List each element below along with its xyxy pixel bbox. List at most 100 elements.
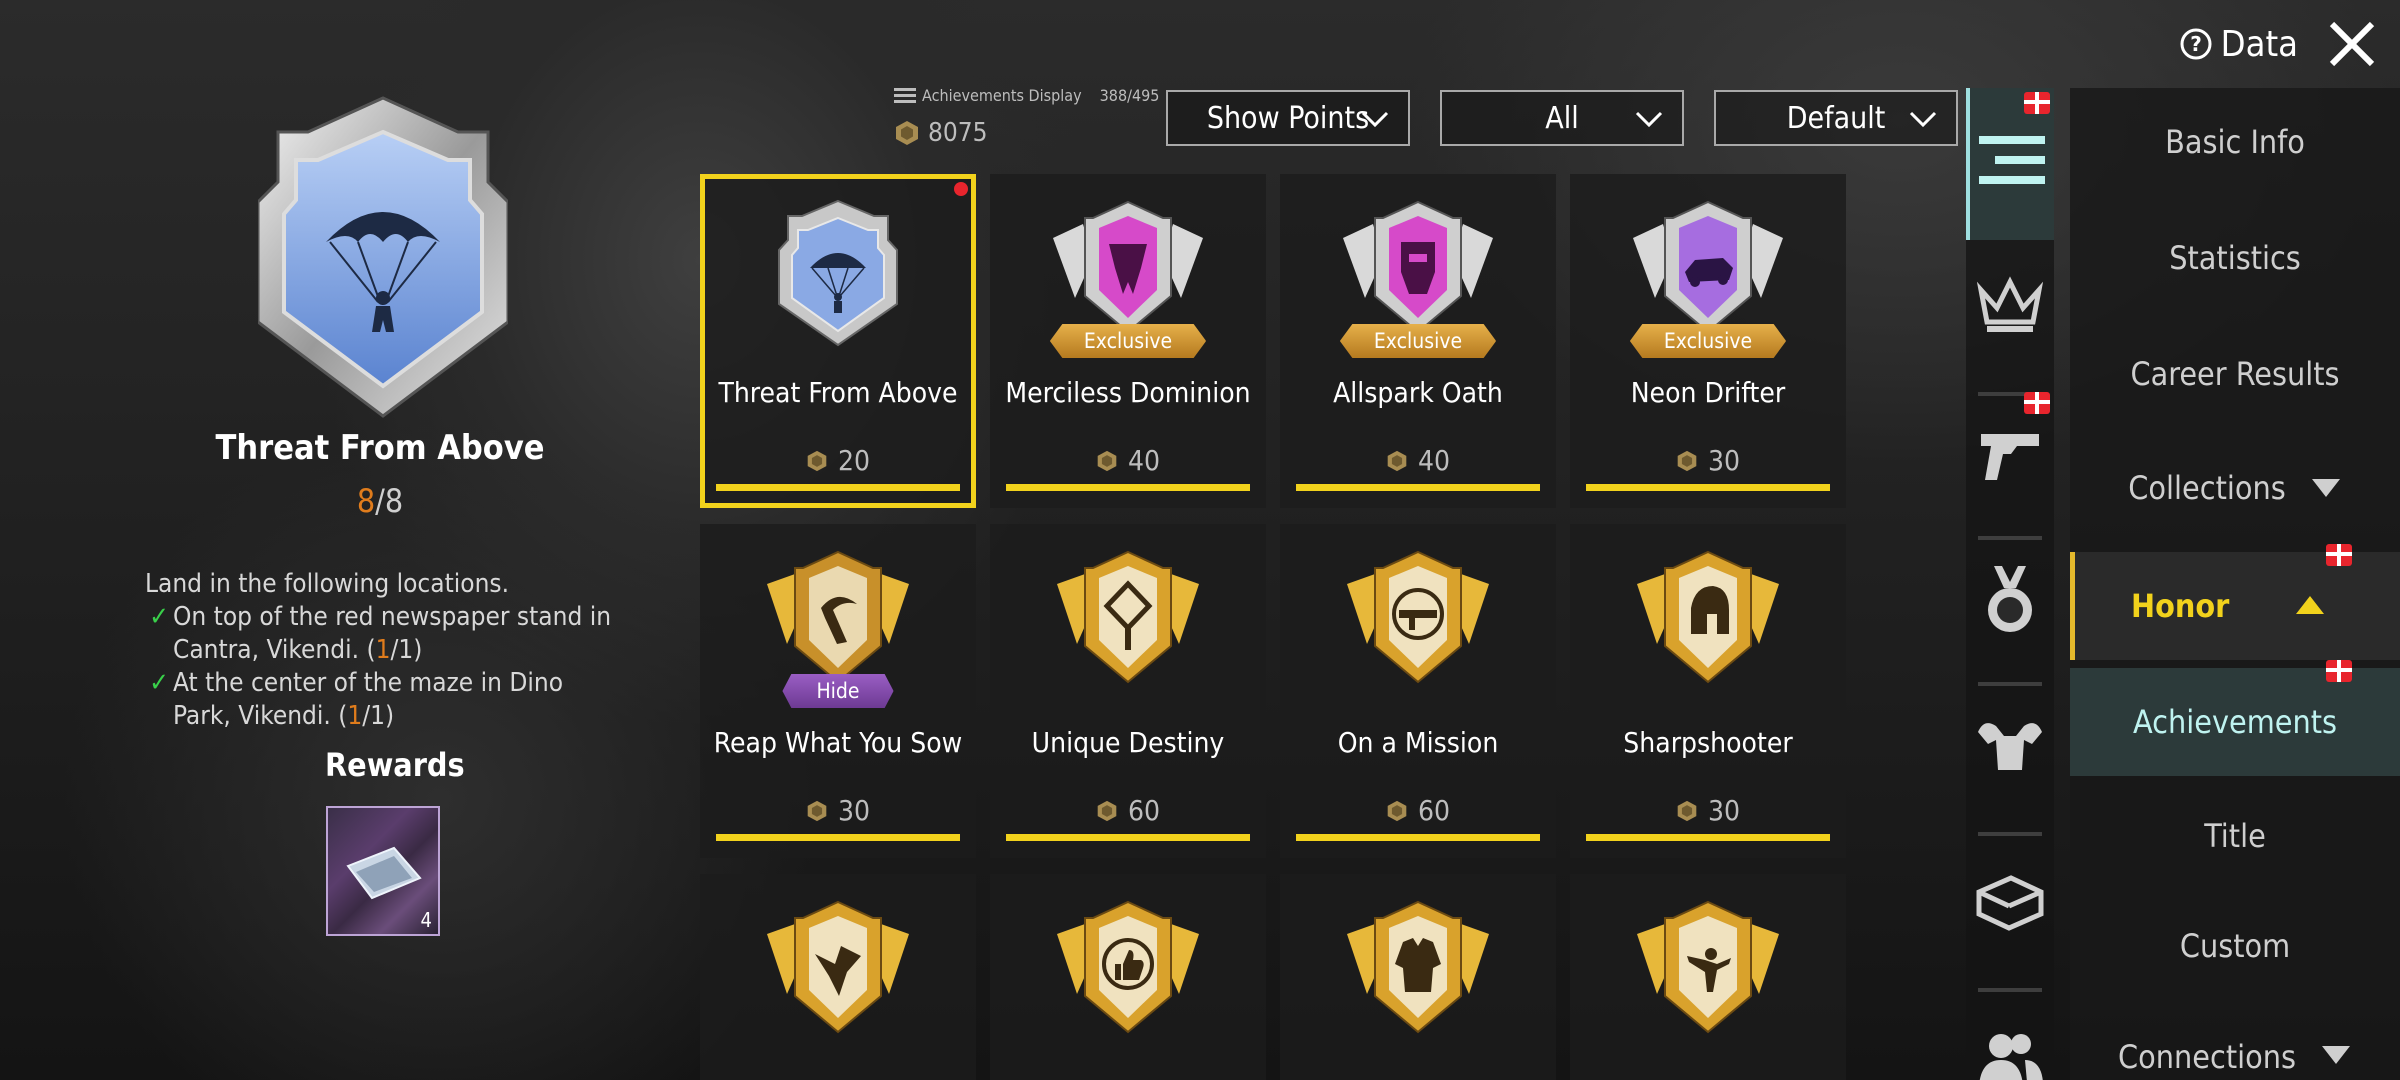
dropdown-label: All [1545, 100, 1579, 136]
chevron-down-icon [1635, 111, 1663, 128]
menu-item-custom[interactable]: Custom [2070, 892, 2400, 1000]
requirement-row: ✓ At the center of the maze in Dino Park,… [145, 667, 615, 733]
filter-dropdown[interactable]: All [1440, 90, 1684, 146]
svg-text:?: ? [2190, 32, 2202, 56]
total-points: 8075 [894, 118, 988, 148]
helmet-badge-icon [1637, 550, 1779, 684]
achievements-display-info: Achievements Display 388/495 [894, 86, 1159, 105]
autobot-badge-icon [1343, 200, 1493, 334]
new-dot-icon [954, 182, 968, 196]
medal-icon [1988, 566, 2032, 632]
achievement-card[interactable] [1280, 874, 1556, 1080]
menu-item-connections[interactable]: Connections [2070, 1018, 2400, 1080]
requirement-text: On top of the red newspaper stand in Can… [173, 602, 612, 665]
reward-item[interactable]: 4 [326, 806, 440, 936]
achievement-name: Reap What You Sow [713, 726, 963, 759]
sort-dropdown[interactable]: Default [1714, 90, 1958, 146]
sickle-badge-icon [767, 550, 909, 684]
progress-bar [1586, 834, 1830, 841]
achievement-name: Allspark Oath [1333, 376, 1503, 409]
achievement-card[interactable]: On a Mission 60 [1280, 524, 1556, 858]
achievement-card[interactable]: Unique Destiny 60 [990, 524, 1266, 858]
category-crown[interactable] [1966, 274, 2054, 396]
pistol-icon [1981, 434, 2039, 480]
achievement-card[interactable]: Exclusive Allspark Oath 40 [1280, 174, 1556, 508]
achievement-name: Unique Destiny [1031, 726, 1225, 759]
crown-icon [1977, 276, 2043, 332]
achievement-points: 60 [1280, 794, 1556, 827]
achievement-points: 20 [700, 444, 976, 477]
progress-bar [1586, 484, 1830, 491]
close-icon[interactable] [2326, 18, 2378, 70]
achievements-display-count: 388/495 [1099, 86, 1160, 105]
detail-progress: 8/8 [356, 482, 404, 520]
thumbs-up-badge-icon [1057, 900, 1199, 1034]
chevron-down-icon [1361, 111, 1389, 128]
checkmark-icon: ✓ [149, 668, 169, 698]
achievement-points: 30 [1570, 794, 1846, 827]
description-intro: Land in the following locations. [145, 569, 510, 599]
menu-item-title[interactable]: Title [2070, 782, 2400, 890]
point-coin-icon [1677, 450, 1697, 471]
exclusive-tag: Exclusive [1049, 324, 1207, 358]
data-button[interactable]: ? Data [2179, 24, 2298, 65]
achievement-card[interactable]: Sharpshooter 30 [1570, 524, 1846, 858]
point-coin-icon [1097, 800, 1117, 821]
jacket-badge-icon [1347, 900, 1489, 1034]
menu-item-collections[interactable]: Collections [2070, 434, 2400, 542]
checkmark-icon: ✓ [149, 602, 169, 632]
dropdown-label: Default [1786, 100, 1886, 136]
requirement-row: ✓ On top of the red newspaper stand in Ca… [145, 601, 615, 667]
reward-count: 4 [420, 908, 432, 932]
data-label: Data [2220, 23, 2298, 65]
crate-icon [1976, 875, 2044, 931]
gift-icon [2326, 660, 2352, 682]
menu-item-basic-info[interactable]: Basic Info [2070, 88, 2400, 196]
achievement-points: 60 [990, 794, 1266, 827]
category-icon-column [1966, 88, 2054, 1080]
muscle-icon [1978, 723, 2042, 770]
category-medals[interactable] [1966, 564, 2054, 686]
achievement-card[interactable] [1570, 874, 1846, 1080]
point-coin-icon [807, 450, 827, 471]
category-physique[interactable] [1966, 714, 2054, 836]
achievement-name: Neon Drifter [1630, 376, 1786, 409]
dropdown-label: Show Points [1206, 100, 1370, 136]
gift-icon [2326, 544, 2352, 566]
category-friends[interactable] [1966, 1030, 2054, 1080]
menu-item-career-results[interactable]: Career Results [2070, 320, 2400, 428]
profile-menu: Basic Info Statistics Career Results Col… [2070, 88, 2400, 1080]
achievement-card[interactable] [990, 874, 1266, 1080]
triangle-down-icon [2321, 1046, 2350, 1064]
achievement-card[interactable]: Threat From Above 20 [700, 174, 976, 508]
menu-item-achievements[interactable]: Achievements [2070, 660, 2400, 776]
point-coin-icon [1387, 450, 1407, 471]
achievement-name: Threat From Above [718, 376, 958, 409]
rewards-label: Rewards [325, 746, 465, 784]
achievement-card[interactable]: Exclusive Merciless Dominion 40 [990, 174, 1266, 508]
detail-description[interactable]: Land in the following locations. ✓ On top… [145, 568, 615, 734]
achievement-card[interactable] [700, 874, 976, 1080]
achievement-name: Merciless Dominion [1005, 376, 1251, 409]
gift-icon [2024, 392, 2050, 414]
category-list[interactable] [1966, 88, 2054, 240]
achievement-card[interactable]: Hide Reap What You Sow 30 [700, 524, 976, 858]
triangle-up-icon [2296, 596, 2324, 614]
menu-item-honor[interactable]: Honor [2070, 544, 2400, 660]
category-weapons[interactable] [1966, 392, 2054, 540]
achievement-points: 30 [1570, 444, 1846, 477]
requirement-text: At the center of the maze in Dino Park, … [173, 668, 564, 731]
achievement-name: On a Mission [1337, 726, 1499, 759]
achievements-display-label: Achievements Display [922, 86, 1082, 105]
car-badge-icon [1633, 200, 1783, 334]
point-coin-icon [1097, 450, 1117, 471]
achievement-card[interactable]: Exclusive Neon Drifter 30 [1570, 174, 1846, 508]
category-crates[interactable] [1966, 870, 2054, 992]
point-coin-icon [1387, 800, 1407, 821]
progress-bar [1006, 834, 1250, 841]
progress-bar [1296, 484, 1540, 491]
show-points-dropdown[interactable]: Show Points [1166, 90, 1410, 146]
menu-item-statistics[interactable]: Statistics [2070, 204, 2400, 312]
progress-bar [716, 834, 960, 841]
chevron-down-icon [1909, 111, 1937, 128]
